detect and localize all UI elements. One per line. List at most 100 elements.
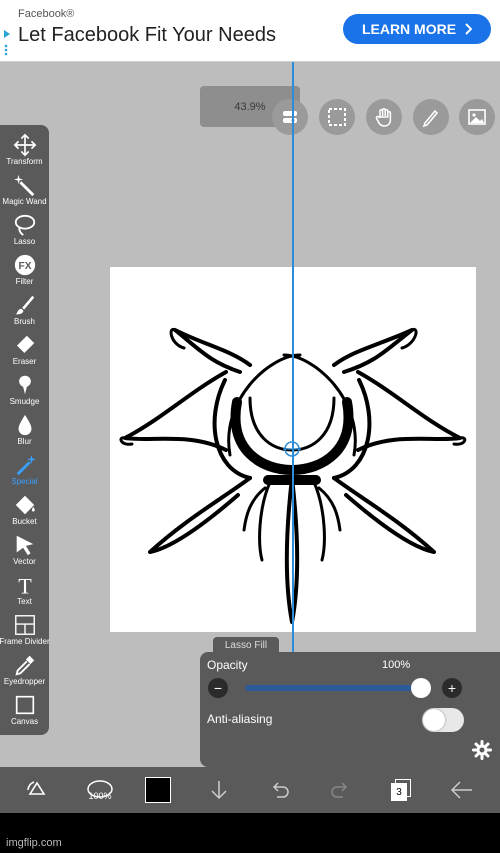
tool-transform[interactable]: Transform [0, 132, 49, 172]
vector-pointer-icon [12, 532, 38, 558]
lasso-fill-panel: Opacity 100% − + Anti-aliasing [200, 652, 500, 767]
tool-label: Smudge [9, 397, 40, 406]
tool-label: Brush [14, 317, 35, 326]
tool-label: Bucket [12, 517, 37, 526]
layers-icon: 3 [391, 779, 411, 801]
selection-button[interactable] [319, 99, 355, 135]
move-arrows-icon [12, 132, 38, 158]
ad-headline[interactable]: Let Facebook Fit Your Needs [18, 24, 276, 47]
lasso-icon [12, 212, 38, 238]
lasso-fill-tab[interactable]: Lasso Fill [213, 637, 279, 653]
guide-handle-icon[interactable] [283, 440, 301, 458]
brush-icon [12, 292, 38, 318]
settings-gear-icon[interactable] [472, 740, 492, 760]
minus-icon: − [213, 680, 223, 696]
selection-icon [328, 108, 346, 126]
image-icon [468, 109, 486, 125]
pen-icon [422, 109, 439, 128]
tool-panel: Transform Magic Wand Lasso FX Filter Brush Era… [0, 125, 50, 735]
tool-label: Eraser [12, 357, 37, 366]
undo-button[interactable] [266, 767, 294, 813]
tool-canvas[interactable]: Canvas [0, 692, 49, 732]
tool-special[interactable]: Special [0, 452, 49, 492]
opacity-decrease-button[interactable]: − [208, 678, 228, 698]
text-icon: T [12, 572, 38, 598]
tool-label: Eyedropper [3, 677, 46, 686]
smudge-icon [12, 372, 38, 398]
opacity-increase-button[interactable]: + [442, 678, 462, 698]
eyedropper-icon [12, 652, 38, 678]
opacity-slider[interactable] [245, 685, 421, 691]
bottom-toolbar: 100% 3 [0, 767, 500, 813]
brush-size-button[interactable]: 100% [80, 767, 120, 813]
layer-toggle-icon [283, 111, 297, 123]
toggle-knob [423, 709, 445, 731]
bucket-icon [12, 492, 38, 518]
pen-button[interactable] [413, 99, 449, 135]
ad-choices-icon[interactable] [2, 28, 12, 58]
opacity-value: 100% [382, 659, 411, 671]
redo-button[interactable] [326, 767, 354, 813]
tool-label: Special [11, 477, 38, 486]
layers-button[interactable]: 3 [388, 767, 414, 813]
layers-count: 3 [391, 783, 407, 801]
svg-text:T: T [18, 573, 32, 597]
tool-lasso[interactable]: Lasso [0, 212, 49, 252]
antialias-toggle[interactable] [422, 708, 464, 732]
tool-smudge[interactable]: Smudge [0, 372, 49, 412]
arrow-left-icon [450, 781, 472, 799]
opacity-label: Opacity [207, 658, 248, 672]
rotate-icon [27, 781, 46, 795]
antialias-label: Anti-aliasing [207, 712, 273, 726]
tool-label: Magic Wand [2, 197, 47, 206]
hand-icon [375, 108, 392, 127]
tool-filter[interactable]: FX Filter [0, 252, 49, 292]
special-wand-icon [12, 452, 38, 478]
chevron-right-icon [465, 23, 473, 35]
tool-bucket[interactable]: Bucket [0, 492, 49, 532]
frame-divider-icon [12, 612, 38, 638]
tool-brush[interactable]: Brush [0, 292, 49, 332]
watermark-bar: imgflip.com [0, 813, 500, 853]
ad-source: Facebook® [18, 8, 75, 20]
tool-label: Filter [15, 277, 34, 286]
eraser-icon [12, 332, 38, 358]
tool-label: Frame Divider [0, 637, 50, 646]
magic-wand-icon [12, 172, 38, 198]
download-button[interactable] [205, 767, 233, 813]
tool-magic-wand[interactable]: Magic Wand [0, 172, 49, 212]
canvas-icon [12, 692, 38, 718]
tool-label: Text [17, 597, 32, 606]
brush-size-value: 100% [88, 791, 112, 801]
color-swatch[interactable] [144, 767, 172, 813]
tool-text[interactable]: T Text [0, 572, 49, 612]
fx-icon: FX [12, 252, 38, 278]
tool-label: Vector [13, 557, 36, 566]
current-color [145, 777, 171, 803]
plus-icon: + [447, 680, 457, 696]
rotate-button[interactable] [20, 767, 54, 813]
back-button[interactable] [447, 767, 477, 813]
tool-eraser[interactable]: Eraser [0, 332, 49, 372]
ad-banner[interactable]: Facebook® Let Facebook Fit Your Needs LE… [0, 0, 500, 62]
tool-frame-divider[interactable]: Frame Divider [0, 612, 50, 652]
learn-more-label: LEARN MORE [361, 21, 457, 37]
tool-vector[interactable]: Vector [0, 532, 49, 572]
tool-label: Lasso [13, 237, 36, 246]
svg-text:FX: FX [18, 261, 31, 272]
hand-tool-button[interactable] [366, 99, 402, 135]
undo-icon [272, 782, 289, 798]
tool-label: Canvas [10, 717, 39, 726]
watermark-text: imgflip.com [6, 837, 62, 849]
image-button[interactable] [459, 99, 495, 135]
tool-label: Transform [6, 157, 43, 166]
tool-eyedropper[interactable]: Eyedropper [0, 652, 49, 692]
tool-label: Blur [17, 437, 32, 446]
blur-drop-icon [12, 412, 38, 438]
redo-icon [331, 782, 348, 798]
arrow-down-icon [211, 781, 227, 800]
opacity-slider-knob[interactable] [411, 678, 431, 698]
tool-blur[interactable]: Blur [0, 412, 49, 452]
learn-more-button[interactable]: LEARN MORE [343, 14, 491, 44]
layer-toggle-button[interactable] [272, 99, 308, 135]
